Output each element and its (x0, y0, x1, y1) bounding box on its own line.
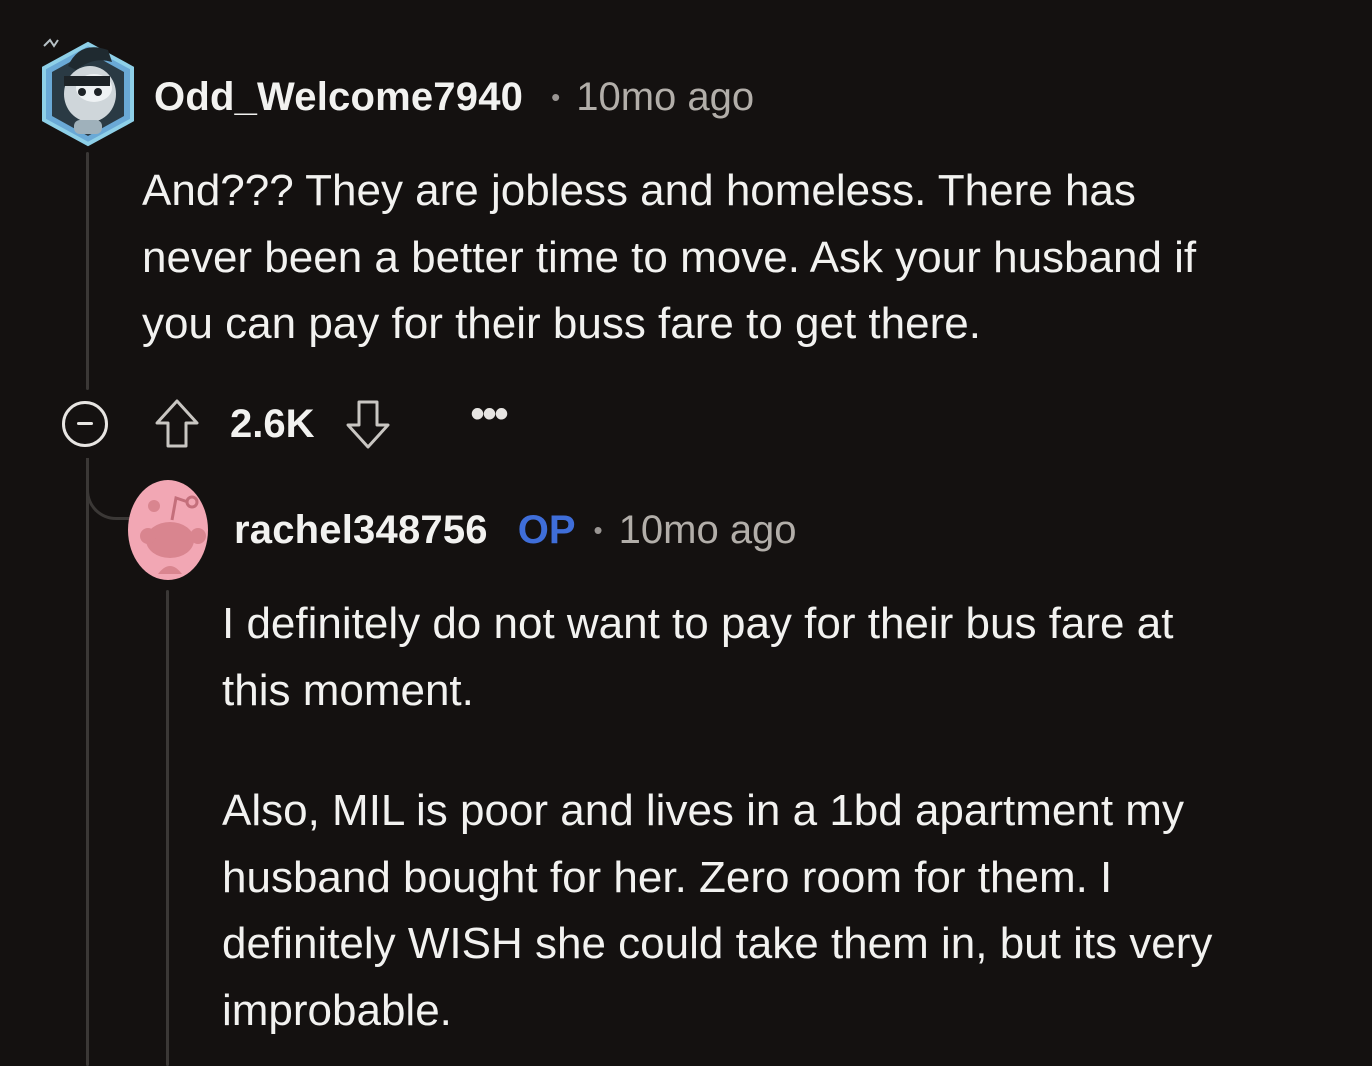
comment-body-line: never been a better time to move. Ask yo… (142, 232, 1197, 282)
meta-separator: • (593, 514, 603, 545)
comment-timestamp[interactable]: 10mo ago (576, 75, 754, 120)
comment-body-line: you can pay for their buss fare to get t… (142, 299, 981, 348)
vote-score: 2.6K (230, 401, 315, 446)
reply-body: I definitely do not want to pay for thei… (222, 591, 1212, 1044)
reply-connector-line (86, 458, 130, 520)
downvote-icon[interactable] (343, 396, 393, 452)
thread-line-parent-lower[interactable] (86, 458, 89, 1066)
thread-line-reply[interactable] (166, 590, 169, 1066)
reply-body-line: I definitely do not want to pay for thei… (222, 599, 1174, 648)
default-snoo-avatar-icon[interactable] (126, 478, 210, 582)
collapse-thread-button[interactable] (62, 401, 108, 447)
reply-body-line: husband bought for her. Zero room for th… (222, 852, 1113, 902)
comment-body: And??? They are jobless and homeless. Th… (142, 158, 1196, 358)
comment-author-username[interactable]: Odd_Welcome7940 (154, 75, 523, 120)
meta-separator: • (551, 81, 561, 112)
reply-body-line: definitely WISH she could take them in, … (222, 919, 1213, 968)
reply-timestamp[interactable]: 10mo ago (619, 508, 797, 553)
reply-header: rachel348756 OP • 10mo ago (234, 505, 797, 555)
reply-body-line: improbable. (222, 985, 452, 1035)
reply-author-username[interactable]: rachel348756 (234, 508, 488, 553)
thread-line-parent[interactable] (86, 152, 89, 390)
reply-body-line: this moment. (222, 665, 474, 715)
comment-body-line: And??? They are jobless and homeless. Th… (142, 166, 1136, 215)
op-badge: OP (517, 507, 576, 552)
comment-header: Odd_Welcome7940 • 10mo ago (154, 72, 754, 122)
more-options-button[interactable]: ••• (471, 394, 509, 434)
reply-body-line: Also, MIL is poor and lives in a 1bd apa… (222, 786, 1184, 835)
snoo-avatar-icon[interactable] (38, 36, 138, 148)
upvote-icon[interactable] (152, 396, 202, 452)
comment-action-bar: 2.6K ••• (60, 394, 509, 454)
